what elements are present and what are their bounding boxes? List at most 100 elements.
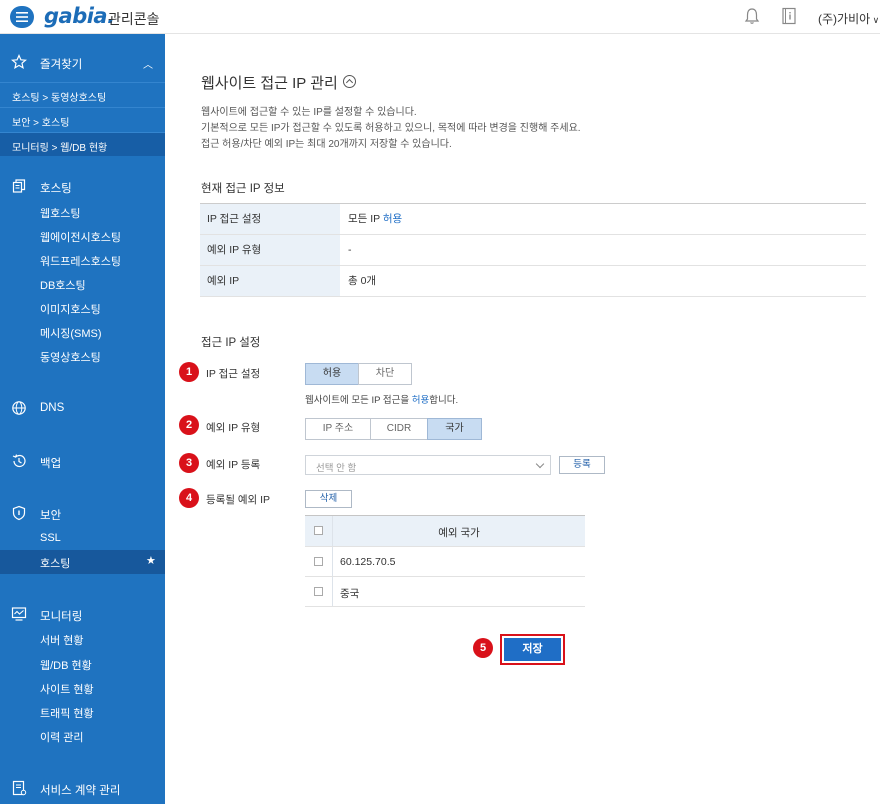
info-value-text: 모든 IP xyxy=(348,213,383,225)
description-line: 접근 허용/차단 예외 IP는 최대 20개까지 저장할 수 있습니다. xyxy=(201,139,452,150)
sidebar-backup-label: 백업 xyxy=(40,458,62,470)
sidebar-hosting-label: 호스팅 xyxy=(40,183,72,195)
company-name: (주)가비아 xyxy=(818,12,871,26)
sidebar-item-wordpress-hosting[interactable]: 워드프레스호스팅 xyxy=(40,253,121,269)
type-cidr-toggle[interactable]: CIDR xyxy=(370,418,428,440)
info-row-exception-type: 예외 IP 유형 - xyxy=(200,235,866,266)
bell-icon[interactable] xyxy=(744,7,760,25)
sidebar-item-security-hosting[interactable]: 호스팅 ★ xyxy=(0,550,165,574)
sidebar-monitoring-label: 모니터링 xyxy=(40,611,83,623)
select-all-checkbox[interactable] xyxy=(314,526,323,535)
company-account-menu[interactable]: (주)가비아 ∨ xyxy=(818,10,879,27)
sidebar-item-webdb-status[interactable]: 웹/DB 현황 xyxy=(40,657,92,673)
favorite-item-video-hosting[interactable]: 호스팅 > 동영상호스팅 xyxy=(0,82,165,106)
access-hint-highlight: 허용 xyxy=(411,395,430,406)
type-ip-address-toggle[interactable]: IP 주소 xyxy=(305,418,371,440)
sidebar-favorites-header[interactable]: 즐겨찾기 ︿ xyxy=(0,52,165,72)
sidebar-item-traffic-status[interactable]: 트래픽 현황 xyxy=(40,705,94,721)
menu-icon xyxy=(16,12,28,22)
exception-type-label: 예외 IP 유형 xyxy=(206,422,261,434)
access-hint-suffix: 합니다. xyxy=(429,395,459,406)
delete-button[interactable]: 삭제 xyxy=(305,490,352,508)
access-setting-label: IP 접근 설정 xyxy=(206,368,261,380)
step-badge-4: 4 xyxy=(179,488,199,508)
sidebar-contract-label: 서비스 계약 관리 xyxy=(40,785,121,797)
main-content: 웹사이트 접근 IP 관리 웹사이트에 접근할 수 있는 IP를 설정할 수 있… xyxy=(165,34,880,804)
sidebar-monitoring-header[interactable]: 모니터링 xyxy=(0,604,165,624)
save-button-highlight: 저장 xyxy=(500,634,565,665)
sidebar: 즐겨찾기 ︿ 호스팅 > 동영상호스팅 보안 > 호스팅 모니터링 > 웹/DB… xyxy=(0,34,165,804)
table-row: 중국 xyxy=(305,577,585,607)
exception-table: 예외 국가 60.125.70.5 중국 xyxy=(305,515,585,607)
current-info-title: 현재 접근 IP 정보 xyxy=(201,183,285,195)
globe-icon xyxy=(12,401,26,415)
star-icon xyxy=(11,54,27,70)
step-badge-5: 5 xyxy=(473,638,493,658)
info-value: 총 0개 xyxy=(348,275,377,287)
chevron-up-icon[interactable]: ︿ xyxy=(143,56,153,71)
sidebar-item-server-status[interactable]: 서버 현황 xyxy=(40,632,84,648)
exception-value: 60.125.70.5 xyxy=(340,556,396,568)
favorite-star-icon[interactable]: ★ xyxy=(146,554,156,567)
sidebar-contract-header[interactable]: 서비스 계약 관리 xyxy=(0,778,165,798)
favorite-item-label: 호스팅 > 동영상호스팅 xyxy=(12,93,107,104)
top-header: gabia. 관리콘솔 (주)가비아 ∨ xyxy=(0,0,880,34)
favorite-item-label: 모니터링 > 웹/DB 현황 xyxy=(12,143,108,154)
sidebar-item-site-status[interactable]: 사이트 현황 xyxy=(40,681,94,697)
sidebar-item-video-hosting[interactable]: 동영상호스팅 xyxy=(40,349,101,365)
type-country-toggle[interactable]: 국가 xyxy=(427,418,482,440)
hamburger-menu-button[interactable] xyxy=(10,6,34,28)
access-settings-title: 접근 IP 설정 xyxy=(201,337,261,349)
description-line: 웹사이트에 접근할 수 있는 IP를 설정할 수 있습니다. xyxy=(201,107,417,118)
sidebar-item-db-hosting[interactable]: DB호스팅 xyxy=(40,277,86,293)
favorite-item-label: 보안 > 호스팅 xyxy=(12,118,70,129)
page-title: 웹사이트 접근 IP 관리 xyxy=(201,75,338,92)
favorite-item-monitoring-webdb[interactable]: 모니터링 > 웹/DB 현황 xyxy=(0,132,165,156)
registered-exception-label: 등록될 예외 IP xyxy=(206,494,271,506)
step-badge-2: 2 xyxy=(179,415,199,435)
info-value: - xyxy=(348,244,352,256)
access-allow-toggle[interactable]: 허용 xyxy=(305,363,359,385)
sidebar-item-web-agency-hosting[interactable]: 웹에이전시호스팅 xyxy=(40,229,121,245)
sidebar-security-label: 보안 xyxy=(40,510,62,522)
favorite-item-security-hosting[interactable]: 보안 > 호스팅 xyxy=(0,107,165,131)
current-info-table: IP 접근 설정 모든 IP 허용 예외 IP 유형 - 예외 IP 총 0개 xyxy=(200,203,866,297)
hosting-icon xyxy=(12,179,26,193)
gabia-logo[interactable]: gabia. xyxy=(44,4,115,28)
step-badge-3: 3 xyxy=(179,453,199,473)
save-button[interactable]: 저장 xyxy=(504,638,561,661)
info-value-highlight: 허용 xyxy=(382,213,403,225)
sidebar-active-item-label: 호스팅 xyxy=(40,558,71,570)
exception-value: 중국 xyxy=(340,588,360,600)
info-row-exception-ip: 예외 IP 총 0개 xyxy=(200,266,866,297)
sidebar-security-header[interactable]: 보안 xyxy=(0,503,165,523)
access-hint: 웹사이트에 모든 IP 접근을 허용합니다. xyxy=(305,392,458,406)
access-block-toggle[interactable]: 차단 xyxy=(358,363,412,385)
info-key: 예외 IP 유형 xyxy=(200,235,340,265)
row-checkbox[interactable] xyxy=(314,557,323,566)
sidebar-item-image-hosting[interactable]: 이미지호스팅 xyxy=(40,301,101,317)
sidebar-dns-header[interactable]: DNS xyxy=(0,398,165,418)
info-key: 예외 IP xyxy=(200,266,340,296)
contract-doc-icon xyxy=(12,780,27,796)
column-divider xyxy=(332,547,333,576)
sidebar-item-web-hosting[interactable]: 웹호스팅 xyxy=(40,205,80,221)
collapse-up-icon[interactable] xyxy=(343,75,356,88)
table-row: 60.125.70.5 xyxy=(305,547,585,577)
sidebar-item-ssl[interactable]: SSL xyxy=(40,532,61,544)
country-select-placeholder: 선택 안 함 xyxy=(316,463,357,474)
register-button[interactable]: 등록 xyxy=(559,456,605,474)
row-checkbox[interactable] xyxy=(314,587,323,596)
sidebar-item-messaging-sms[interactable]: 메시징(SMS) xyxy=(40,325,102,341)
sidebar-backup-header[interactable]: 백업 xyxy=(0,451,165,471)
exception-country-header: 예외 국가 xyxy=(438,527,480,539)
sidebar-hosting-header[interactable]: 호스팅 xyxy=(0,176,165,196)
console-title: 관리콘솔 xyxy=(108,11,160,27)
column-divider xyxy=(332,577,333,606)
description-line: 기본적으로 모든 IP가 접근할 수 있도록 허용하고 있으니, 목적에 따라 … xyxy=(201,123,581,134)
sidebar-item-history-management[interactable]: 이력 관리 xyxy=(40,729,84,745)
country-select[interactable]: 선택 안 함 xyxy=(305,455,551,475)
exception-register-label: 예외 IP 등록 xyxy=(206,459,261,471)
notice-doc-icon[interactable] xyxy=(781,7,797,25)
shield-icon xyxy=(12,505,26,521)
